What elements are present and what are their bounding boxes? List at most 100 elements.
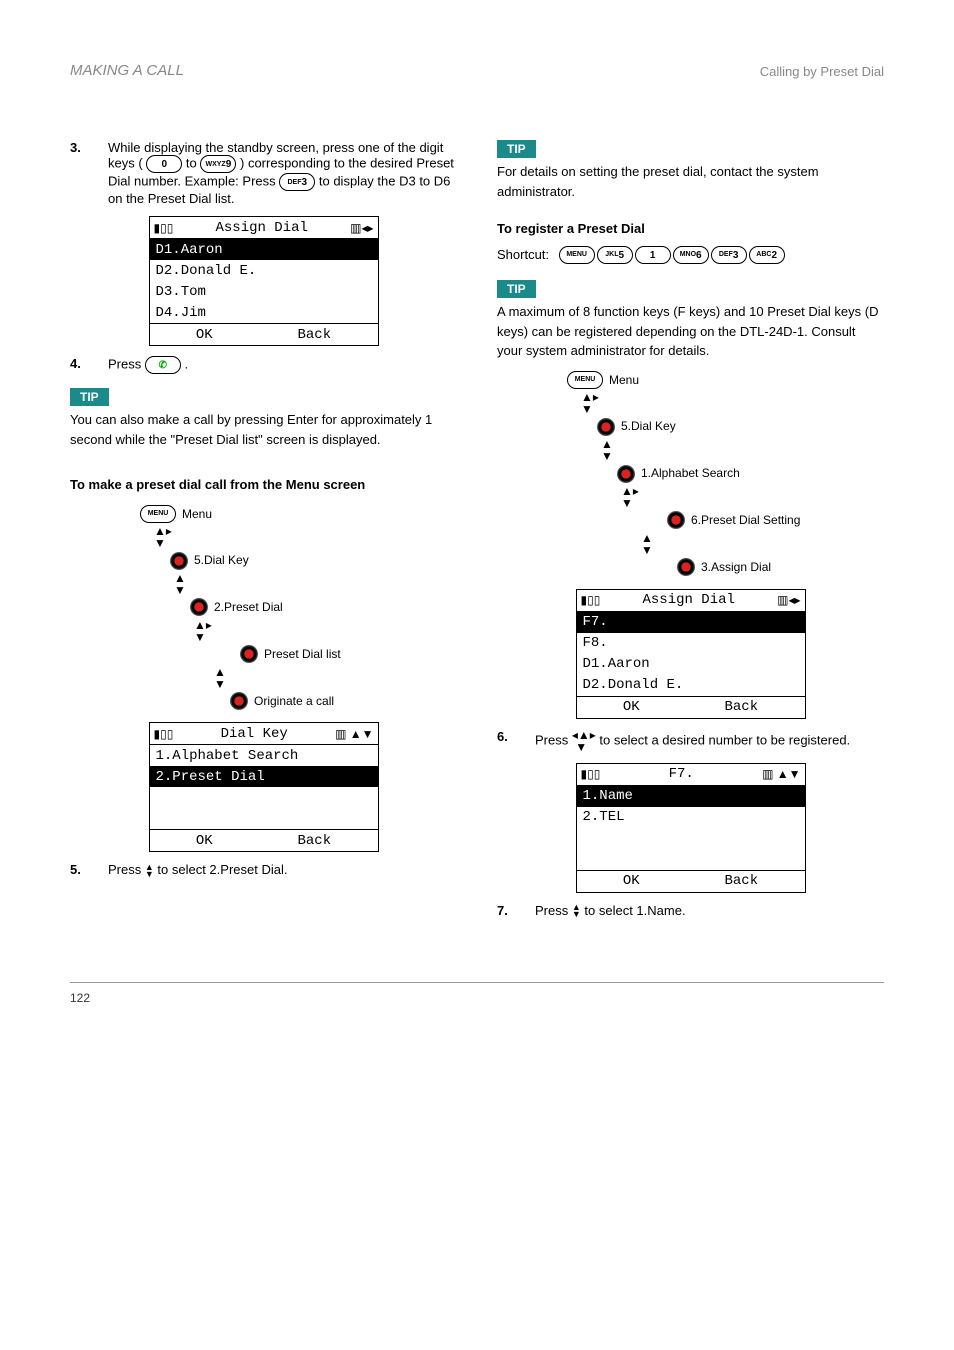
key-3: DEF3: [711, 246, 747, 264]
text: to select 2.Preset Dial.: [157, 862, 287, 877]
updown-icon: ▲▼: [641, 532, 653, 556]
list-item[interactable]: D2.Donald E.: [150, 260, 378, 281]
updown-icon: ▲▸▼: [194, 619, 212, 643]
list-item[interactable]: F8.: [577, 633, 805, 654]
menu-item: Preset Dial list: [264, 643, 341, 666]
key-9: WXYZ9: [200, 155, 236, 173]
text: to: [186, 155, 197, 170]
softkey-ok[interactable]: OK: [196, 833, 213, 849]
list-item[interactable]: D4.Jim: [150, 302, 378, 323]
signal-icon: ▮▯▯: [581, 767, 601, 781]
text: .: [184, 356, 188, 371]
tip-badge: TIP: [497, 280, 536, 298]
tip-badge: TIP: [70, 388, 109, 406]
step-6: 6. Press ◂▲▸ ▼ to select a desired numbe…: [497, 729, 884, 753]
menu-item: 5.Dial Key: [621, 415, 676, 438]
softkey-back[interactable]: Back: [297, 327, 331, 343]
text: Press: [535, 732, 568, 747]
enter-icon: [677, 558, 695, 576]
step-5: 5. Press to select 2.Preset Dial.: [70, 862, 457, 878]
tip-text: You can also make a call by pressing Ent…: [70, 410, 457, 449]
page-number: 122: [70, 991, 90, 1005]
step-7: 7. Press to select 1.Name.: [497, 903, 884, 919]
screen-title: Assign Dial: [216, 220, 308, 236]
section-heading: To register a Preset Dial: [497, 219, 884, 239]
menu-item: Originate a call: [254, 690, 334, 713]
tip-badge: TIP: [497, 140, 536, 158]
list-item[interactable]: 2.Preset Dial: [150, 766, 378, 787]
shortcut-row: Shortcut: MENU JKL5 1 MNO6 DEF3 ABC2: [497, 245, 884, 265]
list-item[interactable]: D1.Aaron: [150, 239, 378, 260]
enter-icon: [617, 465, 635, 483]
updown-icon: ▲▼: [174, 572, 186, 596]
battery-icon: ▥ ▲▼: [762, 767, 800, 781]
page-footer: 122: [70, 991, 884, 1005]
shortcut-label: Shortcut:: [497, 247, 549, 262]
list-item[interactable]: 2.TEL: [577, 807, 805, 828]
softkey-ok[interactable]: OK: [623, 873, 640, 889]
key-5: JKL5: [597, 246, 633, 264]
list-item[interactable]: D3.Tom: [150, 281, 378, 302]
softkey-back[interactable]: Back: [297, 833, 331, 849]
nav-icon: ◂▲▸ ▼: [572, 729, 596, 753]
key-6: MNO6: [673, 246, 709, 264]
screen-assign-dial-list: ▮▯▯ Assign Dial ▥◂▸ D1.Aaron D2.Donald E…: [149, 216, 379, 346]
updown-icon: ▲▸▼: [154, 525, 172, 549]
text: Press: [535, 903, 568, 918]
menu-item: 1.Alphabet Search: [641, 462, 740, 485]
battery-icon: ▥◂▸: [350, 221, 373, 235]
enter-icon: [597, 418, 615, 436]
page-subtitle: Calling by Preset Dial: [760, 64, 884, 79]
tip-text: For details on setting the preset dial, …: [497, 162, 884, 201]
enter-icon: [667, 511, 685, 529]
key-1: 1: [635, 246, 671, 264]
screen-f7-edit: ▮▯▯ F7. ▥ ▲▼ 1.Name 2.TEL OK Back: [576, 763, 806, 893]
screen-title: Assign Dial: [643, 592, 735, 608]
screen-title: Dial Key: [221, 726, 288, 742]
list-item[interactable]: 1.Alphabet Search: [150, 745, 378, 766]
updown-icon: ▲▼: [601, 438, 613, 462]
battery-icon: ▥ ▲▼: [335, 727, 373, 741]
list-item: [577, 828, 805, 849]
softkey-ok[interactable]: OK: [623, 699, 640, 715]
battery-icon: ▥◂▸: [777, 593, 800, 607]
softkey-back[interactable]: Back: [724, 873, 758, 889]
updown-icon: ▲▼: [214, 666, 226, 690]
tip-text: A maximum of 8 function keys (F keys) an…: [497, 302, 884, 361]
screen-title: F7.: [669, 766, 694, 782]
enter-icon: [170, 552, 188, 570]
signal-icon: ▮▯▯: [154, 727, 174, 741]
enter-icon: [230, 692, 248, 710]
menu-tree: MENU Menu ▲▸▼ 5.Dial Key ▲▼ 1.Alphabet S…: [567, 369, 884, 579]
menu-item: 5.Dial Key: [194, 549, 249, 572]
menu-label: Menu: [182, 503, 212, 526]
enter-icon: [190, 598, 208, 616]
menu-tree: MENU Menu ▲▸▼ 5.Dial Key ▲▼ 2.Preset Dia…: [140, 503, 457, 713]
list-item[interactable]: F7.: [577, 612, 805, 633]
updown-icon: [572, 904, 581, 918]
softkey-ok[interactable]: OK: [196, 327, 213, 343]
section-heading: To make a preset dial call from the Menu…: [70, 475, 457, 495]
updown-icon: ▲▸▼: [581, 391, 599, 415]
softkey-back[interactable]: Back: [724, 699, 758, 715]
list-item[interactable]: D1.Aaron: [577, 654, 805, 675]
menu-key: MENU: [140, 505, 176, 523]
key-0: 0: [146, 155, 182, 173]
page-title: MAKING A CALL: [70, 62, 184, 79]
step-3: 3. While displaying the standby screen, …: [70, 140, 457, 206]
signal-icon: ▮▯▯: [154, 221, 174, 235]
updown-icon: [145, 864, 154, 878]
list-item[interactable]: D2.Donald E.: [577, 675, 805, 696]
page-header: MAKING A CALL Calling by Preset Dial: [70, 60, 884, 90]
menu-key: MENU: [567, 371, 603, 389]
text: Press: [108, 356, 141, 371]
menu-item: 6.Preset Dial Setting: [691, 509, 800, 532]
text: to select a desired number to be registe…: [599, 732, 850, 747]
signal-icon: ▮▯▯: [581, 593, 601, 607]
list-item: [150, 808, 378, 829]
text: Press: [108, 862, 141, 877]
menu-item: 2.Preset Dial: [214, 596, 283, 619]
step-4: 4. Press ✆ .: [70, 356, 457, 374]
list-item[interactable]: 1.Name: [577, 786, 805, 807]
menu-label: Menu: [609, 369, 639, 392]
